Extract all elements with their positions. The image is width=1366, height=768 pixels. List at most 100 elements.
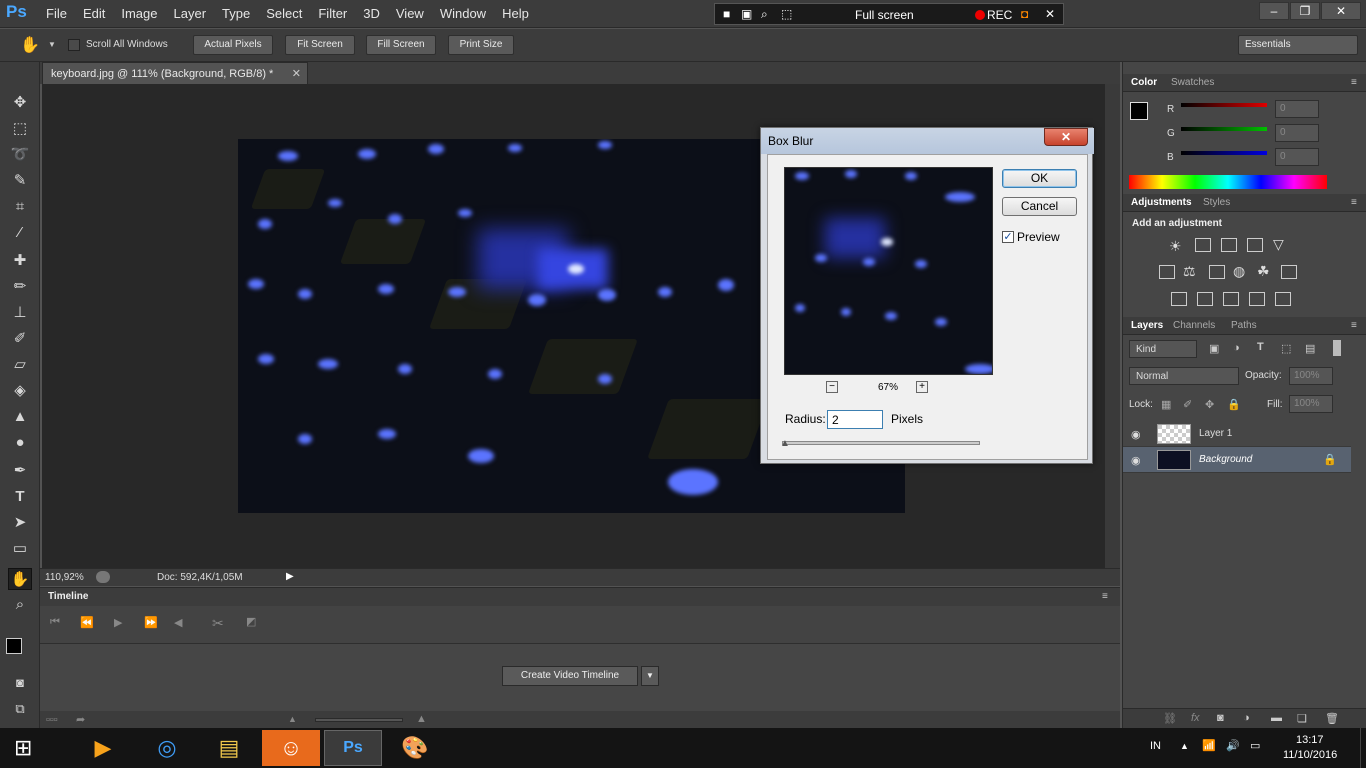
hand-tool-icon[interactable]: ✋: [8, 568, 32, 590]
menu-select[interactable]: Select: [266, 6, 302, 21]
minimize-button[interactable]: –: [1259, 2, 1289, 20]
lasso-tool-icon[interactable]: ➰: [8, 144, 32, 166]
pen-tool-icon[interactable]: ✒: [8, 460, 32, 482]
menu-image[interactable]: Image: [121, 6, 157, 21]
channel-mixer-icon[interactable]: ☘: [1257, 263, 1270, 280]
close-window-button[interactable]: ✕: [1321, 2, 1361, 20]
chevron-down-icon[interactable]: ▼: [48, 40, 56, 49]
scissors-icon[interactable]: ✂: [212, 615, 224, 632]
frame-mode-icon[interactable]: ▫▫▫: [46, 714, 58, 726]
quick-mask-icon[interactable]: ◙: [8, 672, 32, 694]
dialog-close-button[interactable]: ✕: [1044, 128, 1088, 146]
type-tool-icon[interactable]: T: [8, 486, 32, 508]
filter-toggle[interactable]: [1333, 340, 1341, 356]
layer-row[interactable]: ◉ Layer 1: [1123, 421, 1351, 447]
eyedropper-tool-icon[interactable]: ⁄: [8, 222, 32, 244]
new-group-icon[interactable]: ▬: [1271, 712, 1282, 724]
next-frame-icon[interactable]: ⏩: [144, 616, 158, 629]
input-r[interactable]: 0: [1275, 100, 1319, 118]
actual-pixels-button[interactable]: Actual Pixels: [193, 35, 273, 55]
audio-icon[interactable]: ◀: [174, 616, 182, 629]
play-icon[interactable]: ▶: [114, 616, 122, 629]
menu-layer[interactable]: Layer: [174, 6, 207, 21]
status-menu-arrow-icon[interactable]: ▶: [286, 571, 294, 582]
tab-channels[interactable]: Channels: [1173, 320, 1215, 331]
rectangle-tool-icon[interactable]: ▭: [8, 538, 32, 560]
slider-r[interactable]: [1181, 103, 1267, 107]
show-desktop-button[interactable]: [1360, 728, 1366, 768]
paint-bucket-icon[interactable]: ◈: [8, 380, 32, 402]
visibility-eye-icon[interactable]: ◉: [1131, 428, 1145, 441]
menu-window[interactable]: Window: [440, 6, 486, 21]
prev-frame-icon[interactable]: ⏪: [80, 616, 94, 629]
photo-filter-icon[interactable]: ◍: [1233, 263, 1245, 280]
lock-image-icon[interactable]: ✐: [1183, 398, 1192, 411]
visibility-eye-icon[interactable]: ◉: [1131, 454, 1145, 467]
panel-menu-icon[interactable]: ≡: [1102, 591, 1108, 602]
file-explorer-icon[interactable]: ▤: [200, 730, 258, 766]
stamp-tool-icon[interactable]: ⊥: [8, 302, 32, 324]
filter-smart-object-icon[interactable]: ▤: [1305, 342, 1315, 355]
scroll-all-checkbox[interactable]: [68, 39, 80, 51]
filter-type-icon[interactable]: T: [1257, 341, 1264, 353]
panel-menu-icon[interactable]: ≡: [1351, 320, 1357, 331]
zoom-readout[interactable]: 110,92%: [45, 572, 84, 583]
kind-filter-select[interactable]: Kind: [1129, 340, 1197, 358]
workspace-select[interactable]: Essentials: [1238, 35, 1358, 55]
menu-file[interactable]: File: [46, 6, 67, 21]
menu-edit[interactable]: Edit: [83, 6, 105, 21]
zoom-slider[interactable]: [315, 718, 403, 722]
media-player-icon[interactable]: ▶: [74, 730, 132, 766]
dodge-tool-icon[interactable]: ●: [8, 432, 32, 454]
slider-g[interactable]: [1181, 127, 1267, 131]
posterize-icon[interactable]: [1197, 292, 1213, 306]
status-info-icon[interactable]: [96, 571, 110, 583]
levels-icon[interactable]: [1195, 238, 1211, 252]
quick-select-tool-icon[interactable]: ✎: [8, 170, 32, 192]
ok-button[interactable]: OK: [1002, 169, 1077, 188]
timeline-title[interactable]: Timeline: [48, 591, 88, 602]
gradient-map-icon[interactable]: [1275, 292, 1291, 306]
foreground-color-swatch[interactable]: [6, 638, 22, 654]
zoom-out-icon[interactable]: ▲: [288, 714, 297, 724]
tab-color[interactable]: Color: [1131, 77, 1157, 88]
fill-input[interactable]: 100%: [1289, 395, 1333, 413]
transition-icon[interactable]: ◩: [246, 615, 256, 628]
marquee-tool-icon[interactable]: ⬚: [8, 118, 32, 140]
filter-pixel-icon[interactable]: ▣: [1209, 342, 1219, 355]
clock-date[interactable]: 11/10/2016: [1283, 749, 1337, 761]
trash-icon[interactable]: 🗑: [1325, 712, 1339, 725]
preview-zoom-out-button[interactable]: −: [826, 381, 838, 393]
foreground-color-swatch[interactable]: [1130, 102, 1148, 120]
color-spectrum[interactable]: [1129, 175, 1327, 189]
document-tab[interactable]: keyboard.jpg @ 111% (Background, RGB/8) …: [42, 62, 308, 84]
print-size-button[interactable]: Print Size: [448, 35, 514, 55]
tray-expand-icon[interactable]: ▲: [1180, 741, 1189, 751]
close-tab-icon[interactable]: ✕: [292, 67, 301, 80]
path-select-icon[interactable]: ➤: [8, 512, 32, 534]
blend-mode-select[interactable]: Normal: [1129, 367, 1239, 385]
input-language[interactable]: IN: [1150, 740, 1161, 752]
lock-all-icon[interactable]: 🔒: [1227, 398, 1241, 411]
tab-adjustments[interactable]: Adjustments: [1131, 197, 1192, 208]
lock-transparent-icon[interactable]: ▦: [1161, 398, 1171, 411]
tab-styles[interactable]: Styles: [1203, 197, 1230, 208]
tab-swatches[interactable]: Swatches: [1171, 77, 1214, 88]
hue-saturation-icon[interactable]: [1159, 265, 1175, 279]
opacity-input[interactable]: 100%: [1289, 367, 1333, 385]
display-icon[interactable]: ▭: [1250, 739, 1260, 752]
history-brush-icon[interactable]: ✐: [8, 328, 32, 350]
lock-position-icon[interactable]: ✥: [1205, 398, 1214, 411]
filter-adjustment-icon[interactable]: ◑: [1233, 342, 1240, 354]
radius-slider-track[interactable]: [782, 441, 980, 445]
curves-icon[interactable]: [1221, 238, 1237, 252]
fill-screen-button[interactable]: Fill Screen: [366, 35, 436, 55]
panel-menu-icon[interactable]: ≡: [1351, 197, 1357, 208]
paint-icon[interactable]: 🎨: [386, 730, 444, 766]
menu-3d[interactable]: 3D: [363, 6, 380, 21]
radius-input[interactable]: 2: [827, 410, 883, 429]
black-white-icon[interactable]: [1209, 265, 1225, 279]
create-video-timeline-button[interactable]: Create Video Timeline: [502, 666, 638, 686]
convert-icon[interactable]: ➦: [76, 713, 85, 726]
menu-help[interactable]: Help: [502, 6, 529, 21]
